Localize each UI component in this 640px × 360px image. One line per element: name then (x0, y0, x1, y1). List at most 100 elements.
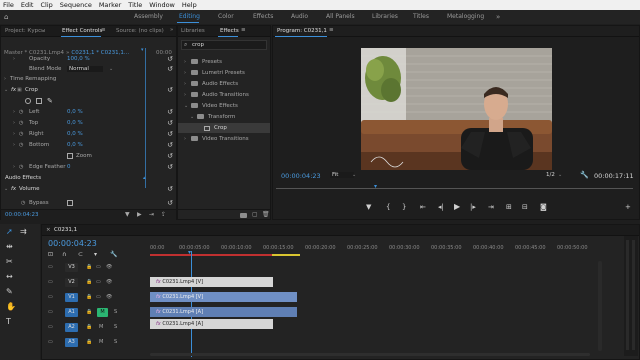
opacity-value[interactable]: 100,0 % (67, 56, 90, 62)
close-tab-icon[interactable]: × (46, 227, 51, 233)
source-patch[interactable]: ▭ (48, 339, 53, 345)
expand-chevron-icon[interactable]: › (13, 120, 15, 126)
workspace-color[interactable]: Color (218, 13, 234, 20)
timeline-playhead-handle[interactable]: ▾ (188, 249, 191, 256)
workspace-libraries[interactable]: Libraries (372, 13, 398, 20)
reset-icon[interactable]: ↺ (167, 108, 173, 116)
quality-dropdown[interactable]: 1/2 (546, 172, 555, 178)
export-frame-icon[interactable]: ◙ (540, 203, 547, 211)
track-label[interactable]: A1 (65, 308, 78, 317)
track-label[interactable]: V1 (65, 293, 78, 302)
clip-v2[interactable]: fx C0231.Lmp4 [V] (150, 277, 273, 287)
mute-button[interactable]: M (97, 308, 108, 317)
tree-item-audio-effects[interactable]: › Audio Effects (178, 79, 270, 89)
lock-icon[interactable]: 🔒 (86, 324, 92, 330)
reset-icon[interactable]: ↺ (167, 185, 173, 193)
sync-lock-icon[interactable]: ▭ (96, 279, 101, 285)
mark-in-icon[interactable]: { (386, 203, 390, 211)
sync-lock-icon[interactable]: ▭ (96, 264, 101, 270)
workspaces-overflow-icon[interactable]: » (496, 13, 500, 21)
reset-icon[interactable]: ↺ (167, 130, 173, 138)
lock-icon[interactable]: 🔒 (86, 294, 92, 300)
tab-project[interactable]: Project: Курсы (5, 28, 45, 34)
solo-button[interactable]: S (114, 309, 117, 315)
dropdown-chevron-icon[interactable]: ⌄ (558, 172, 562, 178)
linked-selection-icon[interactable]: ⊂ (78, 251, 83, 258)
expand-chevron-icon[interactable]: › (13, 56, 15, 62)
effect-controls-timecode[interactable]: 00:00:04:23 (5, 212, 39, 218)
solo-button[interactable]: S (114, 324, 117, 330)
tab-sequence[interactable]: C0231,1 (54, 227, 77, 233)
tree-item-video-effects[interactable]: ⌄ Video Effects (178, 101, 270, 111)
settings-wrench-icon[interactable]: 🔧 (580, 171, 589, 179)
clip-a2[interactable]: fx C0231.Lmp4 [A] (150, 319, 273, 329)
reset-icon[interactable]: ↺ (167, 152, 173, 160)
add-marker-icon[interactable]: ▼ (366, 203, 371, 211)
tab-effect-controls[interactable]: Effect Controls (62, 28, 102, 34)
ellipse-mask-icon[interactable] (25, 98, 31, 104)
tree-item-video-transitions[interactable]: › Video Transitions (178, 134, 270, 144)
nest-icon[interactable]: ⊡ (48, 251, 53, 258)
razor-tool-icon[interactable]: ✂ (6, 257, 13, 266)
bottom-value[interactable]: 0,0 % (67, 142, 83, 148)
expand-chevron-icon[interactable]: › (13, 164, 15, 170)
expand-chevron-icon[interactable]: › (13, 109, 15, 115)
timeline-timecode[interactable]: 00:00:04:23 (48, 239, 97, 248)
time-ruler[interactable]: 00:00 00:00:05:00 00:00:10:00 00:00:15:0… (150, 243, 600, 259)
track-label[interactable]: A2 (65, 323, 78, 332)
go-to-out-icon[interactable]: ⇥ (488, 203, 494, 211)
snap-icon[interactable]: ∩ (62, 251, 66, 258)
hand-tool-icon[interactable]: ✋ (6, 302, 16, 311)
tab-source[interactable]: Source: (no clips) (116, 28, 164, 34)
clip-a1[interactable]: fx C0231.Lmp4 [A] (150, 307, 297, 317)
bypass-checkbox[interactable] (67, 200, 73, 206)
tree-item-lumetri-presets[interactable]: › Lumetri Presets (178, 68, 270, 78)
button-editor-icon[interactable]: + (625, 203, 631, 211)
dropdown-chevron-icon[interactable]: ⌄ (109, 66, 113, 72)
source-patch[interactable]: ▭ (48, 279, 53, 285)
menu-window[interactable]: Window (149, 1, 175, 9)
type-tool-icon[interactable]: T (6, 317, 11, 326)
expand-chevron-icon[interactable]: › (184, 92, 186, 98)
program-monitor-title[interactable]: Program: C0231,1 (277, 28, 327, 34)
effects-search-box[interactable]: ⌕ crop (181, 40, 267, 50)
play-icon[interactable]: ▶ (454, 202, 460, 211)
workspace-effects[interactable]: Effects (253, 13, 273, 20)
ripple-edit-tool-icon[interactable]: ⇹ (6, 242, 13, 251)
reset-icon[interactable]: ↺ (167, 163, 173, 171)
export-frame-icon[interactable]: ⇪ (161, 211, 166, 218)
program-timecode[interactable]: 00:00:04:23 (281, 172, 321, 180)
reset-icon[interactable]: ↺ (167, 119, 173, 127)
program-video-frame[interactable] (361, 48, 552, 170)
collapse-chevron-icon[interactable]: ⌄ (184, 103, 188, 109)
insert-icon[interactable]: ⊞ (506, 203, 512, 211)
eye-icon[interactable]: 👁 (106, 279, 112, 285)
stopwatch-icon[interactable]: ◷ (21, 200, 25, 206)
expand-chevron-icon[interactable]: › (13, 131, 15, 137)
reset-icon[interactable]: ↺ (167, 141, 173, 149)
collapse-chevron-icon[interactable]: ⌄ (4, 186, 8, 192)
blend-mode-select[interactable]: Normal (67, 66, 103, 72)
tab-overflow-icon[interactable]: » (170, 27, 173, 33)
tab-menu-icon[interactable]: ≡ (241, 27, 246, 33)
track-label[interactable]: V2 (65, 278, 78, 287)
track-label[interactable]: A3 (65, 338, 78, 347)
new-bin-icon[interactable] (240, 212, 251, 219)
stopwatch-icon[interactable]: ◷ (19, 164, 23, 170)
add-marker-icon[interactable]: ▾ (94, 251, 97, 258)
tree-item-presets[interactable]: › Presets (178, 57, 270, 67)
lock-icon[interactable]: 🔒 (86, 309, 92, 315)
collapse-chevron-icon[interactable]: ⌄ (4, 87, 8, 93)
sync-lock-icon[interactable]: ▭ (96, 294, 101, 300)
menu-clip[interactable]: Clip (40, 1, 52, 9)
zoom-checkbox[interactable] (67, 153, 73, 159)
workspace-audio[interactable]: Audio (291, 13, 308, 20)
mute-button[interactable]: M (99, 339, 103, 345)
new-item-icon[interactable]: ▢ (252, 211, 258, 218)
right-value[interactable]: 0,0 % (67, 131, 83, 137)
track-select-tool-icon[interactable]: ⇉ (20, 227, 27, 236)
collapse-chevron-icon[interactable]: ⌄ (190, 114, 194, 120)
mark-out-icon[interactable]: } (402, 203, 406, 211)
program-scrubber[interactable]: ▾ (276, 183, 633, 190)
tree-item-audio-transitions[interactable]: › Audio Transitions (178, 90, 270, 100)
